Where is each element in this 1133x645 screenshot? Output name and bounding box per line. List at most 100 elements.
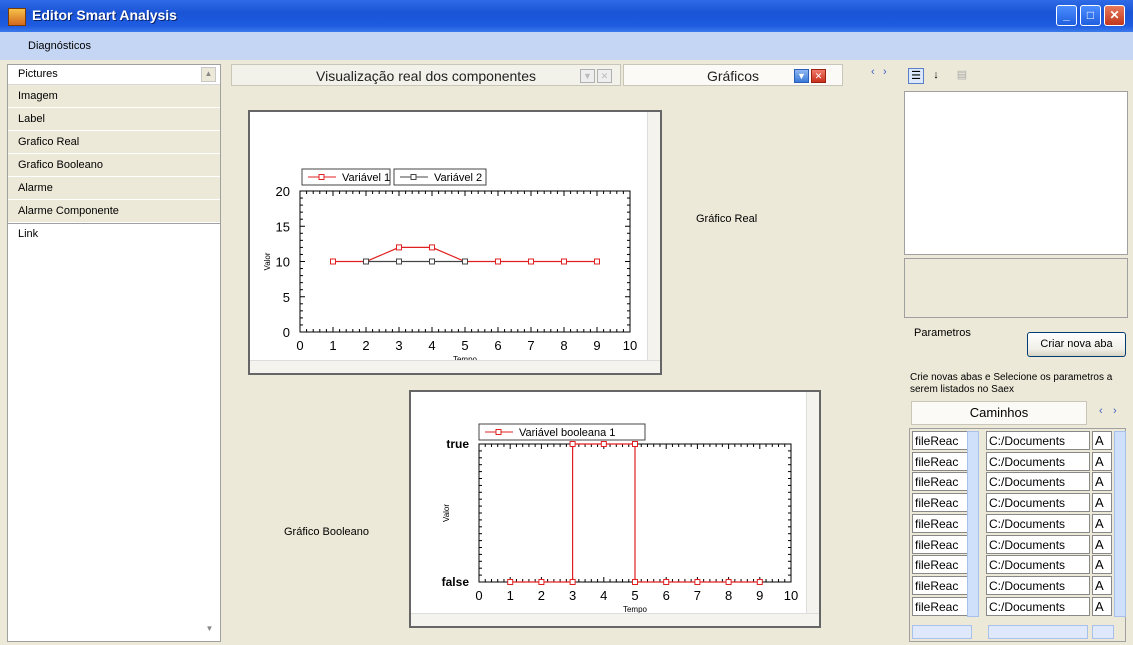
- grid-cell-path[interactable]: C:/Documents: [986, 575, 1090, 595]
- y-tick-label: 15: [276, 219, 290, 234]
- property-pages-icon[interactable]: ▤: [954, 68, 970, 84]
- minimize-button[interactable]: _: [1056, 5, 1077, 26]
- close-tab-icon[interactable]: ✕: [811, 69, 826, 83]
- sort-alphabetical-icon[interactable]: ↓: [928, 68, 944, 84]
- property-grid[interactable]: [904, 91, 1128, 255]
- x-tick-label: 3: [395, 338, 402, 353]
- toolbox-item-alarme[interactable]: Alarme: [8, 177, 220, 200]
- grid-cell-name[interactable]: fileReac: [912, 472, 968, 492]
- categorized-icon[interactable]: ☰: [908, 68, 924, 84]
- data-point: [594, 258, 600, 265]
- data-point: [538, 579, 545, 585]
- tab-next-icon[interactable]: ›: [1113, 405, 1117, 417]
- close-tab-icon[interactable]: ✕: [597, 69, 612, 83]
- bool-chart: 0 1 2 3 4 5 6 7 8 9 10falsetrueTempoValorVariável …: [442, 423, 798, 614]
- data-point: [663, 579, 670, 585]
- menu-diagnosticos[interactable]: Diagnósticos: [28, 40, 91, 52]
- y-tick-label: true: [446, 437, 469, 451]
- real-chart-control[interactable]: 0 1 2 3 4 5 6 7 8 9 10 0 5 10 15 20 Tempo Valor Variável 1…: [248, 110, 662, 375]
- grid-cell-button[interactable]: A: [1092, 451, 1112, 471]
- scroll-up-icon[interactable]: ▲: [201, 67, 216, 82]
- x-tick-label: 3: [569, 588, 576, 603]
- x-tick-label: 4: [600, 588, 607, 603]
- grid-cell-path[interactable]: C:/Documents: [986, 431, 1090, 450]
- criar-nova-aba-button[interactable]: Criar nova aba: [1027, 332, 1126, 357]
- grid-cell-name[interactable]: fileReac: [912, 596, 968, 616]
- app-icon: [8, 8, 26, 26]
- toolbox-item-link[interactable]: Link: [8, 223, 220, 245]
- tab-caminhos[interactable]: Caminhos: [911, 401, 1087, 425]
- tab-visualizacao-label: Visualização real dos componentes: [316, 68, 536, 84]
- horizontal-scrollbar[interactable]: [1092, 625, 1114, 639]
- grid-cell-path[interactable]: C:/Documents: [986, 451, 1090, 471]
- vertical-scrollbar[interactable]: [806, 392, 819, 614]
- x-tick-label: 5: [631, 588, 638, 603]
- scroll-down-icon[interactable]: ▼: [203, 624, 216, 637]
- tab-visualizacao[interactable]: Visualização real dos componentes ▼ ✕: [231, 64, 621, 86]
- tab-next-icon[interactable]: ›: [883, 66, 887, 78]
- toolbox-header-label: Pictures: [18, 68, 58, 80]
- data-point: [694, 579, 701, 585]
- y-tick-label: 0: [283, 325, 290, 340]
- horizontal-scrollbar[interactable]: [988, 625, 1088, 639]
- bool-chart-control[interactable]: 0 1 2 3 4 5 6 7 8 9 10 false true Tempo Valor Variável …: [409, 390, 821, 628]
- y-tick-label: 10: [276, 255, 290, 270]
- maximize-button[interactable]: □: [1080, 5, 1101, 26]
- horizontal-scrollbar[interactable]: [250, 360, 660, 373]
- close-button[interactable]: ✕: [1104, 5, 1125, 26]
- vertical-scrollbar[interactable]: [647, 112, 660, 361]
- grid-cell-name[interactable]: fileReac: [912, 575, 968, 595]
- data-point: [569, 579, 576, 585]
- grid-cell-name[interactable]: fileReac: [912, 431, 968, 450]
- x-tick-label: 9: [756, 588, 763, 603]
- grid-cell-path[interactable]: C:/Documents: [986, 513, 1090, 533]
- data-point: [507, 579, 514, 585]
- data-point: [330, 258, 336, 265]
- x-tick-label: 10: [784, 588, 798, 603]
- grid-cell-name[interactable]: fileReac: [912, 513, 968, 533]
- grid-cell-button[interactable]: A: [1092, 431, 1112, 450]
- grid-cell-button[interactable]: A: [1092, 555, 1112, 575]
- grid-cell-name[interactable]: fileReac: [912, 493, 968, 513]
- grid-cell-path[interactable]: C:/Documents: [986, 596, 1090, 616]
- toolbox-item-label[interactable]: Label: [8, 108, 220, 131]
- grid-cell-button[interactable]: A: [1092, 575, 1112, 595]
- column-scrollbar[interactable]: [1114, 431, 1126, 617]
- grid-cell-button[interactable]: A: [1092, 596, 1112, 616]
- toolbox-item-grafico-booleano[interactable]: Grafico Booleano: [8, 154, 220, 177]
- property-toolbar: ☰ ↓ ▤: [902, 64, 1126, 90]
- data-point: [725, 579, 732, 585]
- designer-canvas: 0 1 2 3 4 5 6 7 8 9 10 0 5 10 15 20 Tempo Valor Variável 1…: [228, 90, 896, 642]
- grid-cell-path[interactable]: C:/Documents: [986, 472, 1090, 492]
- toolbox-header[interactable]: Pictures ▲: [8, 65, 220, 85]
- data-point: [632, 441, 638, 447]
- x-tick-label: 0: [296, 338, 303, 353]
- tab-graficos[interactable]: Gráficos ▼ ✕: [623, 64, 843, 86]
- tab-prev-icon[interactable]: ‹: [871, 66, 875, 78]
- grid-cell-path[interactable]: C:/Documents: [986, 555, 1090, 575]
- dropdown-icon[interactable]: ▼: [580, 69, 595, 83]
- paths-tab-strip: Caminhos ‹ ›: [909, 401, 1126, 427]
- y-tick-label: false: [442, 575, 470, 589]
- toolbox-item-imagem[interactable]: Imagem: [8, 85, 220, 108]
- grid-cell-path[interactable]: C:/Documents: [986, 493, 1090, 513]
- grid-cell-button[interactable]: A: [1092, 534, 1112, 554]
- grid-cell-name[interactable]: fileReac: [912, 555, 968, 575]
- dropdown-icon[interactable]: ▼: [794, 69, 809, 83]
- toolbox-item-grafico-real[interactable]: Grafico Real: [8, 131, 220, 154]
- toolbox-item-alarme-componente[interactable]: Alarme Componente: [8, 200, 220, 223]
- horizontal-scrollbar[interactable]: [912, 625, 972, 639]
- tab-prev-icon[interactable]: ‹: [1099, 405, 1103, 417]
- y-axis-label: Valor: [263, 252, 272, 270]
- grid-cell-path[interactable]: C:/Documents: [986, 534, 1090, 554]
- horizontal-scrollbar[interactable]: [411, 613, 819, 626]
- grid-cell-button[interactable]: A: [1092, 513, 1112, 533]
- grid-cell-name[interactable]: fileReac: [912, 451, 968, 471]
- real-chart: 0 1 2 3 4 5 6 7 8 9 1005101520TempoValorVariável 1…: [263, 168, 637, 361]
- legend-marker: [495, 429, 502, 435]
- column-scrollbar[interactable]: [967, 431, 979, 617]
- grid-cell-button[interactable]: A: [1092, 493, 1112, 513]
- x-tick-label: 5: [461, 338, 468, 353]
- grid-cell-name[interactable]: fileReac: [912, 534, 968, 554]
- grid-cell-button[interactable]: A: [1092, 472, 1112, 492]
